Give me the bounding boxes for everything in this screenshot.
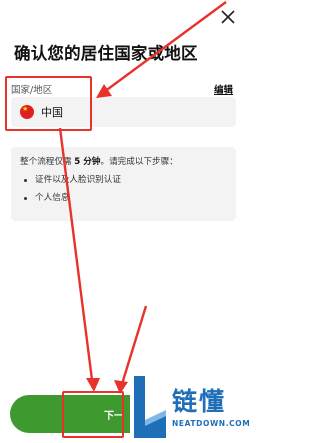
- watermark: 链懂 NEATDOWN.COM: [130, 372, 251, 443]
- bullet-icon: [24, 179, 27, 182]
- next-button[interactable]: 下一: [10, 395, 130, 433]
- country-value: 中国: [41, 106, 63, 119]
- watermark-subtitle: NEATDOWN.COM: [172, 419, 251, 428]
- country-selector[interactable]: 中国: [11, 97, 236, 127]
- info-text: 整个流程仅需 5 分钟。请完成以下步骤：: [20, 157, 178, 167]
- page-title: 确认您的居住国家或地区: [14, 44, 198, 63]
- close-button[interactable]: [219, 8, 237, 26]
- country-field-label: 国家/地区: [11, 85, 53, 96]
- watermark-logo-icon: [134, 376, 166, 438]
- step-item: 个人信息: [20, 193, 227, 204]
- step-list: 证件以及人脸识别认证 个人信息: [20, 175, 227, 204]
- close-icon: [221, 10, 235, 24]
- china-flag-icon: [20, 105, 34, 119]
- step-item: 证件以及人脸识别认证: [20, 175, 227, 186]
- duration-emphasis: 5 分钟: [74, 157, 101, 167]
- bullet-icon: [24, 197, 27, 200]
- watermark-title: 链懂: [172, 387, 227, 416]
- info-card: 整个流程仅需 5 分钟。请完成以下步骤： 证件以及人脸识别认证 个人信息: [11, 147, 236, 221]
- edit-link[interactable]: 编辑: [214, 82, 233, 96]
